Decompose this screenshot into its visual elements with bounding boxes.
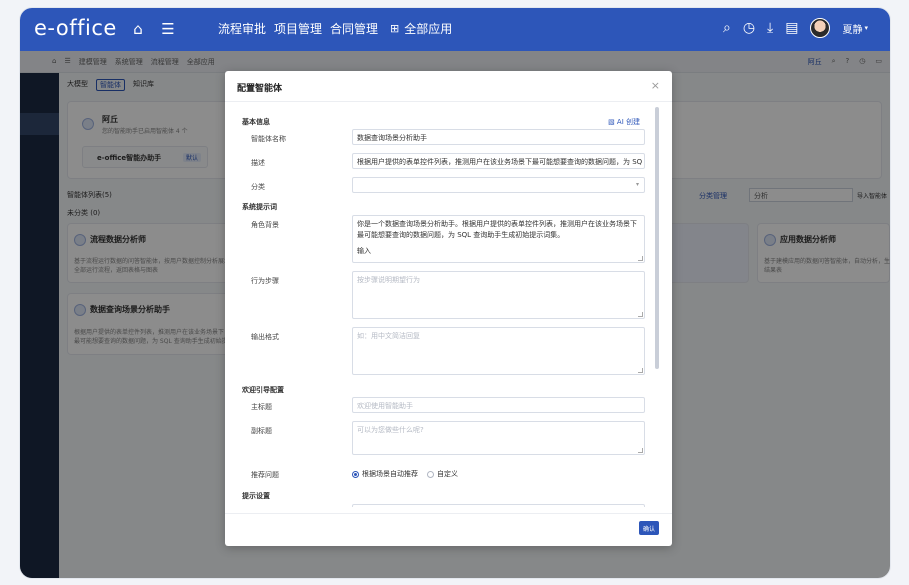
behavior-steps-label: 行为步骤	[251, 277, 279, 285]
role-background-textarea[interactable]: 你是一个数据查询场景分析助手。根据用户提供的表单控件列表，推测用户在该业务场景下…	[352, 215, 645, 263]
role-background-value: 你是一个数据查询场景分析助手。根据用户提供的表单控件列表，推测用户在该业务场景下…	[357, 220, 637, 239]
dialog-body[interactable]: 基本信息 ▧ AI 创建 智能体名称 数据查询场景分析助手 描述 根据用户提供的…	[225, 102, 660, 507]
output-format-placeholder: 如：用中文简洁回复	[357, 332, 420, 340]
search-icon[interactable]: ⌕	[723, 20, 731, 36]
all-apps-button[interactable]: ⊞ 全部应用	[390, 20, 452, 37]
behavior-steps-placeholder: 按步骤说明期望行为	[357, 276, 420, 284]
radio-auto-recommend[interactable]: 根据场景自动推荐	[352, 469, 418, 479]
radio-custom[interactable]: 自定义	[427, 469, 458, 479]
resize-handle[interactable]	[638, 312, 643, 317]
main-title-placeholder: 欢迎使用智能助手	[357, 402, 413, 410]
radio-custom-label: 自定义	[437, 470, 458, 478]
dialog-scrollbar[interactable]	[655, 107, 659, 369]
radio-unchecked-icon	[427, 470, 434, 478]
app-window: e-office ⌂ ☰ 流程审批 项目管理 合同管理 ⊞ 全部应用 ⌕ ◷ ⤓…	[20, 8, 890, 578]
section-system-prompt: 系统提示词	[242, 203, 277, 211]
chevron-down-icon[interactable]: ▾	[864, 24, 868, 32]
behavior-steps-textarea[interactable]: 按步骤说明期望行为	[352, 271, 645, 319]
recommend-questions-label: 推荐问题	[251, 471, 279, 479]
main-title-label: 主标题	[251, 403, 272, 411]
section-welcome: 欢迎引导配置	[242, 386, 284, 394]
main-title-input[interactable]: 欢迎使用智能助手	[352, 397, 645, 413]
category-label: 分类	[251, 183, 265, 191]
description-input[interactable]: 根据用户提供的表单控件列表，推测用户在该业务场景下最可能想要查询的数据问题，为 …	[352, 153, 645, 169]
category-select[interactable]: ▾	[352, 177, 645, 193]
section-tips: 提示设置	[242, 492, 270, 500]
app-logo[interactable]: e-office	[34, 16, 117, 40]
all-apps-label: 全部应用	[404, 22, 453, 36]
footer-divider	[225, 513, 672, 514]
top-right-tools: ⌕ ◷ ⤓ ▤ 夏静 ▾	[723, 18, 868, 38]
home-icon[interactable]: ⌂	[128, 19, 148, 39]
document-icon[interactable]: ▤	[785, 20, 798, 36]
image-icon: ▧	[608, 118, 617, 126]
agent-name-input[interactable]: 数据查询场景分析助手	[352, 129, 645, 145]
agent-name-value: 数据查询场景分析助手	[357, 134, 427, 142]
section-basic-info: 基本信息	[242, 118, 270, 126]
dialog-title: 配置智能体	[237, 84, 283, 94]
sub-title-textarea[interactable]: 可以为您做些什么呢?	[352, 421, 645, 455]
top-bar: e-office ⌂ ☰ 流程审批 项目管理 合同管理 ⊞ 全部应用 ⌕ ◷ ⤓…	[20, 8, 890, 51]
menu-icon[interactable]: ☰	[158, 19, 178, 39]
radio-auto-label: 根据场景自动推荐	[362, 470, 418, 478]
nav-item-project[interactable]: 项目管理	[274, 20, 322, 37]
resize-handle[interactable]	[638, 256, 643, 261]
resize-handle[interactable]	[638, 368, 643, 373]
resize-handle[interactable]	[638, 448, 643, 453]
output-format-label: 输出格式	[251, 333, 279, 341]
top-nav: 流程审批 项目管理 合同管理	[218, 20, 378, 37]
ai-create-label: AI 创建	[616, 118, 640, 126]
role-background-value-line2: 输入	[357, 247, 371, 255]
clock-icon[interactable]: ◷	[743, 20, 755, 36]
radio-checked-icon	[352, 470, 359, 478]
agent-name-label: 智能体名称	[251, 135, 286, 143]
download-icon[interactable]: ⤓	[767, 20, 773, 36]
chevron-down-icon: ▾	[635, 181, 639, 188]
tips-input-partial[interactable]	[352, 504, 645, 507]
sub-title-label: 副标题	[251, 427, 272, 435]
avatar[interactable]	[810, 18, 831, 38]
configure-agent-dialog: 配置智能体 × 基本信息 ▧ AI 创建 智能体名称 数据查询场景分析助手 描述…	[225, 71, 672, 546]
nav-item-contract[interactable]: 合同管理	[330, 20, 378, 37]
output-format-textarea[interactable]: 如：用中文简洁回复	[352, 327, 645, 375]
user-name[interactable]: 夏静	[842, 21, 862, 36]
description-value: 根据用户提供的表单控件列表，推测用户在该业务场景下最可能想要查询的数据问题，为 …	[357, 158, 643, 166]
nav-item-workflow[interactable]: 流程审批	[218, 20, 266, 37]
description-label: 描述	[251, 159, 265, 167]
sub-title-placeholder: 可以为您做些什么呢?	[357, 426, 424, 434]
ai-create-button[interactable]: ▧ AI 创建	[608, 117, 640, 127]
grid-icon: ⊞	[390, 22, 400, 35]
confirm-button[interactable]: 确认	[639, 521, 659, 535]
close-icon[interactable]: ×	[651, 79, 660, 92]
role-background-label: 角色背景	[251, 221, 279, 229]
